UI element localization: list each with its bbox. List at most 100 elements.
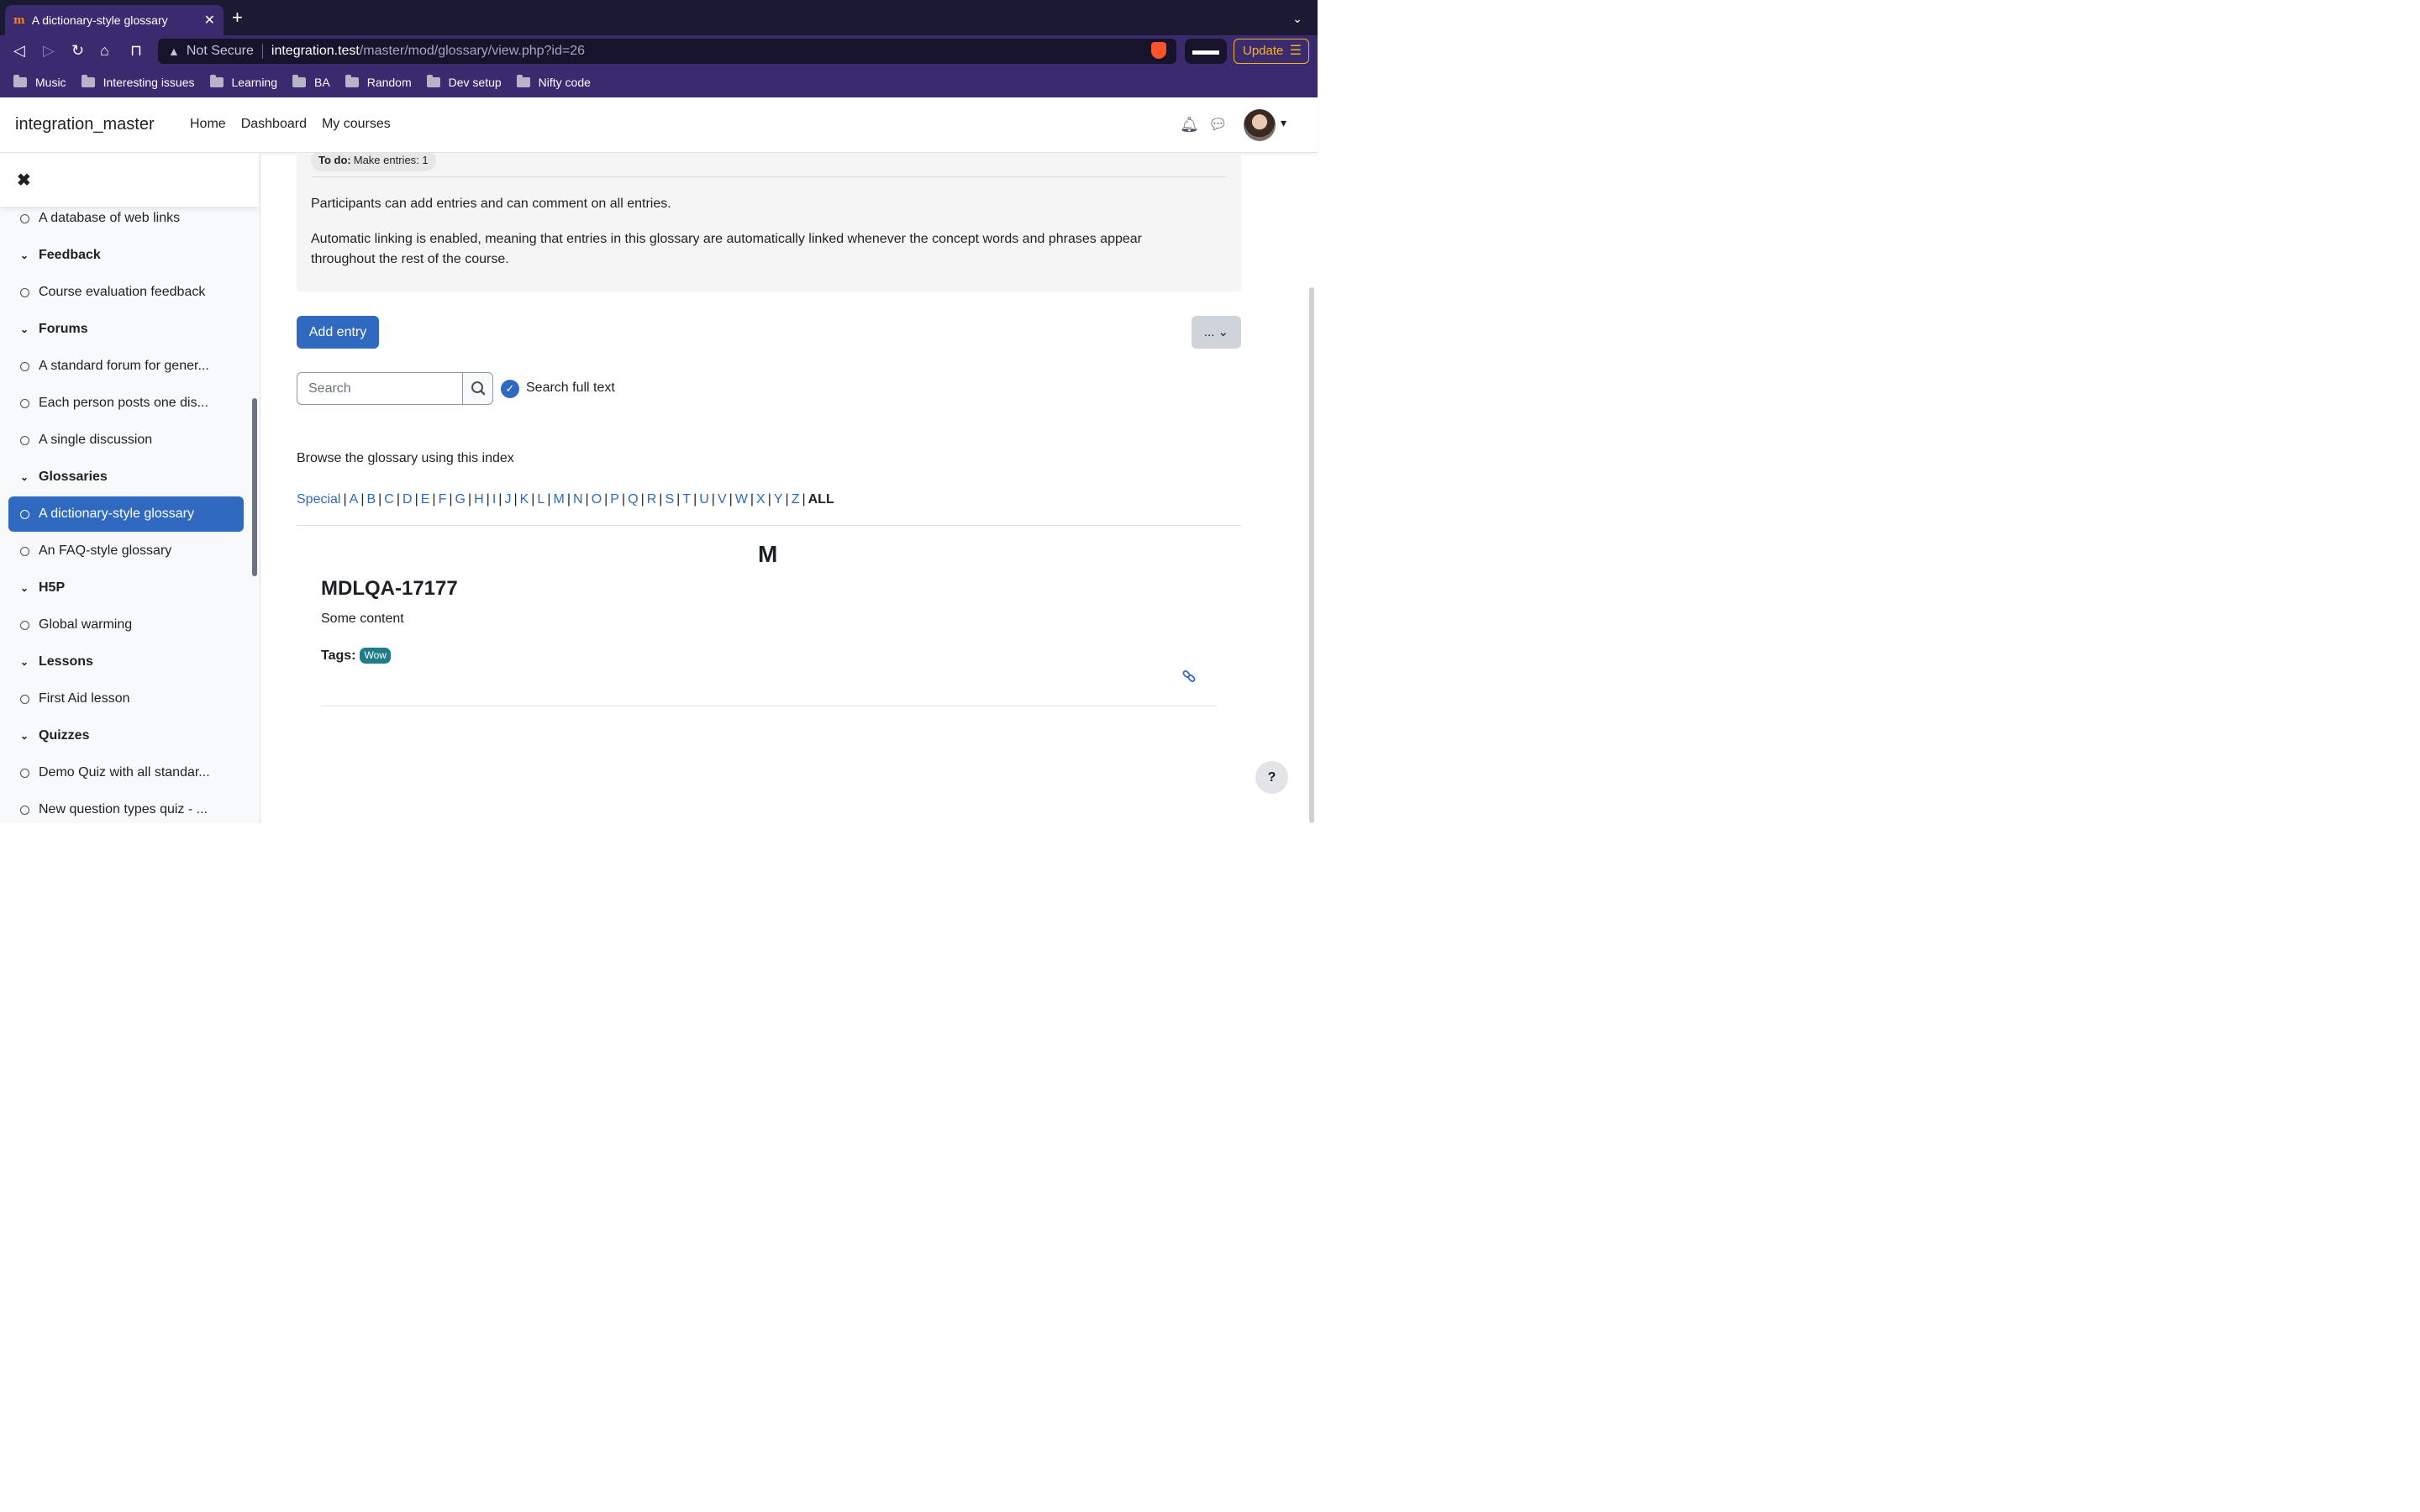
more-actions-button[interactable]: ... ⌄ bbox=[1192, 316, 1241, 349]
home-icon[interactable]: ⌂ bbox=[100, 42, 109, 59]
search-input[interactable]: Search bbox=[297, 372, 463, 405]
bookmark-item[interactable]: Music bbox=[13, 75, 66, 89]
index-letter-link[interactable]: B bbox=[366, 492, 376, 507]
index-letter-link[interactable]: D bbox=[402, 492, 413, 507]
chevron-down-icon[interactable]: ⌄ bbox=[20, 582, 29, 594]
index-letter-link[interactable]: M bbox=[553, 492, 564, 507]
course-activity-item[interactable]: An FAQ-style glossary bbox=[8, 533, 244, 569]
index-separator: | bbox=[566, 492, 571, 507]
help-button[interactable]: ? bbox=[1255, 761, 1288, 794]
index-letter-link[interactable]: L bbox=[537, 492, 544, 507]
bookmark-item[interactable]: Learning bbox=[209, 75, 277, 89]
index-letter-link[interactable]: Special bbox=[297, 492, 340, 507]
index-letter-link[interactable]: V bbox=[718, 492, 727, 507]
bookmark-item[interactable]: Interesting issues bbox=[81, 75, 195, 89]
tag-badge[interactable]: Wow bbox=[360, 648, 391, 664]
new-tab-icon[interactable]: + bbox=[232, 8, 243, 27]
add-entry-button[interactable]: Add entry bbox=[297, 316, 379, 349]
course-activity-item[interactable]: Each person posts one dis... bbox=[8, 386, 244, 421]
reader-mode-icon[interactable]: ▬▬ bbox=[1185, 39, 1227, 64]
site-name[interactable]: integration_master bbox=[15, 115, 155, 134]
not-secure-label[interactable]: Not Secure bbox=[187, 44, 254, 59]
index-letter-link[interactable]: A bbox=[350, 492, 359, 507]
drawer-scrollbar[interactable] bbox=[252, 398, 257, 576]
bookmark-item[interactable]: BA bbox=[292, 75, 330, 89]
completion-badge: To do: Make entries: 1 bbox=[311, 153, 436, 171]
course-activity-item[interactable]: A dictionary-style glossary bbox=[8, 496, 244, 532]
permalink-icon[interactable] bbox=[1181, 669, 1197, 688]
search-button[interactable] bbox=[462, 372, 493, 405]
index-separator: | bbox=[360, 492, 365, 507]
index-letter-link[interactable]: F bbox=[439, 492, 447, 507]
index-letter-link[interactable]: C bbox=[384, 492, 394, 507]
course-section-item[interactable]: ⌄ Feedback bbox=[8, 238, 244, 273]
index-letter-link[interactable]: T bbox=[682, 492, 691, 507]
notification-bell-icon[interactable]: 🔔︎ bbox=[1180, 116, 1199, 134]
avatar[interactable] bbox=[1244, 109, 1276, 141]
index-letter-link[interactable]: E bbox=[421, 492, 430, 507]
index-letter-link[interactable]: G bbox=[455, 492, 466, 507]
course-section-item[interactable]: ⌄ Glossaries bbox=[8, 459, 244, 495]
drawer-item-label: Course evaluation feedback bbox=[39, 285, 206, 299]
folder-icon bbox=[292, 75, 307, 87]
course-activity-item[interactable]: A standard forum for gener... bbox=[8, 349, 244, 384]
forward-icon[interactable]: ▷ bbox=[43, 42, 55, 59]
address-bar[interactable]: ▲ Not Secure integration.test /master/mo… bbox=[158, 39, 1176, 64]
course-activity-item[interactable]: New question types quiz - ... bbox=[8, 792, 244, 823]
course-activity-item[interactable]: A single discussion bbox=[8, 423, 244, 458]
bookmark-icon[interactable]: ⊓ bbox=[130, 42, 142, 59]
index-letter-link[interactable]: U bbox=[699, 492, 709, 507]
course-activity-item[interactable]: First Aid lesson bbox=[8, 681, 244, 717]
index-letter-link[interactable]: K bbox=[520, 492, 529, 507]
messages-icon[interactable]: 💬︎ bbox=[1208, 116, 1228, 134]
close-tab-icon[interactable]: ✕ bbox=[204, 12, 215, 29]
index-letter-link[interactable]: X bbox=[756, 492, 765, 507]
bookmark-label: Dev setup bbox=[448, 76, 502, 89]
course-section-item[interactable]: ⌄ H5P bbox=[8, 570, 244, 606]
page-scrollbar[interactable] bbox=[1309, 287, 1314, 823]
close-drawer-icon[interactable]: ✖ bbox=[17, 170, 31, 191]
index-letter-link[interactable]: Z bbox=[792, 492, 800, 507]
drawer-item-label: An FAQ-style glossary bbox=[39, 543, 172, 558]
browser-tab[interactable]: m A dictionary-style glossary ✕ bbox=[5, 5, 224, 35]
index-letter-link[interactable]: N bbox=[573, 492, 583, 507]
chevron-down-icon[interactable]: ⌄ bbox=[20, 656, 29, 668]
brave-shield-icon[interactable] bbox=[1151, 42, 1166, 59]
course-activity-item[interactable]: Global warming bbox=[8, 607, 244, 643]
nav-dashboard[interactable]: Dashboard bbox=[241, 117, 307, 132]
reload-icon[interactable]: ↻ bbox=[71, 42, 84, 59]
index-letter-link[interactable]: Y bbox=[774, 492, 783, 507]
index-letter-link[interactable]: R bbox=[647, 492, 657, 507]
index-letter-link[interactable]: S bbox=[665, 492, 674, 507]
index-letter-link[interactable]: P bbox=[610, 492, 619, 507]
update-button[interactable]: Update ☰ bbox=[1234, 39, 1309, 64]
browser-nav-bar: ◁ ▷ ↻ ⌂ ⊓ ▲ Not Secure integration.test … bbox=[0, 35, 1318, 67]
index-separator: | bbox=[585, 492, 589, 507]
index-letter-link[interactable]: J bbox=[504, 492, 511, 507]
search-full-text-label[interactable]: Search full text bbox=[526, 381, 615, 396]
nav-my-courses[interactable]: My courses bbox=[322, 117, 391, 132]
chevron-down-icon[interactable]: ⌄ bbox=[20, 249, 29, 261]
bookmark-item[interactable]: Random bbox=[345, 75, 412, 89]
tab-list-chevron-icon[interactable]: ⌄ bbox=[1292, 12, 1302, 26]
user-menu-chevron-icon[interactable]: ▾ bbox=[1281, 116, 1286, 130]
completion-circle-icon bbox=[20, 361, 29, 371]
nav-home[interactable]: Home bbox=[190, 117, 226, 132]
index-letter-link[interactable]: Q bbox=[628, 492, 638, 507]
chevron-down-icon[interactable]: ⌄ bbox=[20, 471, 29, 483]
bookmark-item[interactable]: Nifty code bbox=[516, 75, 591, 89]
course-section-item[interactable]: ⌄ Forums bbox=[8, 312, 244, 347]
course-activity-item[interactable]: Demo Quiz with all standar... bbox=[8, 755, 244, 790]
search-full-text-checkbox[interactable]: ✓ bbox=[501, 380, 519, 398]
chevron-down-icon[interactable]: ⌄ bbox=[20, 323, 29, 335]
index-letter-link[interactable]: H bbox=[474, 492, 484, 507]
bookmark-item[interactable]: Dev setup bbox=[426, 75, 502, 89]
index-letter-link[interactable]: O bbox=[592, 492, 602, 507]
course-activity-item[interactable]: Course evaluation feedback bbox=[8, 275, 244, 310]
chevron-down-icon[interactable]: ⌄ bbox=[20, 730, 29, 742]
index-letter-link[interactable]: I bbox=[492, 492, 496, 507]
course-section-item[interactable]: ⌄ Quizzes bbox=[8, 718, 244, 753]
course-section-item[interactable]: ⌄ Lessons bbox=[8, 644, 244, 680]
index-letter-link[interactable]: W bbox=[735, 492, 748, 507]
back-icon[interactable]: ◁ bbox=[13, 42, 25, 59]
